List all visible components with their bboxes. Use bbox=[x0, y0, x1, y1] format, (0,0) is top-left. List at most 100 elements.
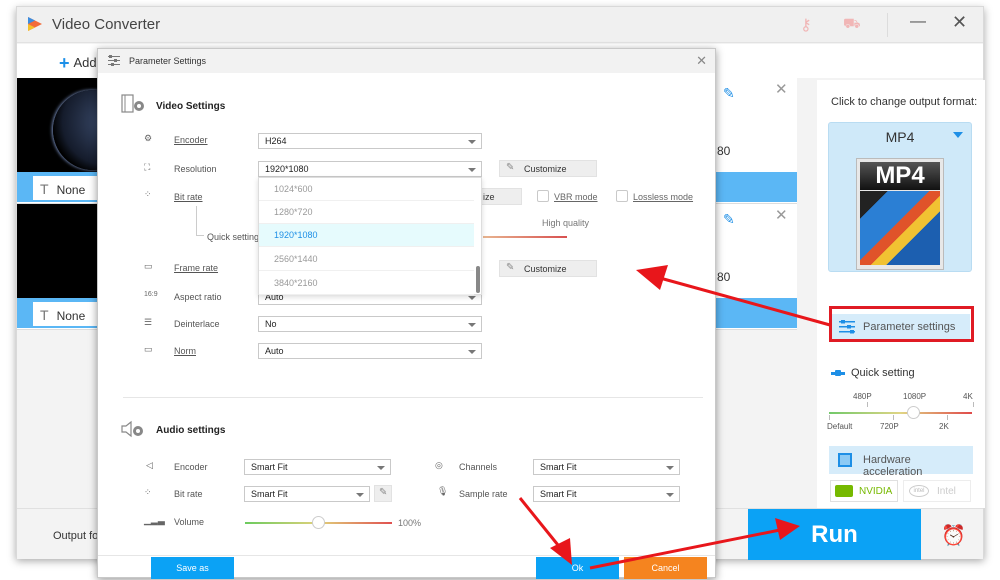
bitrate-quality-slider[interactable] bbox=[483, 236, 567, 238]
audio-bitrate-label: Bit rate bbox=[174, 489, 203, 499]
norm-select[interactable]: Auto bbox=[258, 343, 482, 359]
tick-label-1080p: 1080P bbox=[903, 392, 927, 401]
video-settings-title: Video Settings bbox=[156, 101, 226, 112]
video-encoder-select[interactable]: H264 bbox=[258, 133, 482, 149]
resolution-select[interactable]: 1920*1080 bbox=[258, 161, 482, 177]
resolution-icon: ⛶ bbox=[144, 162, 151, 172]
frame-rate-customize-button[interactable]: ✎ Customize bbox=[499, 260, 597, 277]
resolution-option[interactable]: 1280*720 bbox=[259, 201, 474, 224]
intel-toggle[interactable]: intel Intel bbox=[903, 480, 971, 502]
slider-tick bbox=[829, 415, 830, 420]
format-name: MP4 bbox=[885, 129, 915, 145]
mp4-format-icon: MP4 bbox=[856, 158, 944, 270]
app-title: Video Converter bbox=[52, 16, 161, 33]
format-image-label: MP4 bbox=[860, 162, 940, 190]
nvidia-logo-icon bbox=[835, 485, 853, 497]
pencil-icon: ✎ bbox=[379, 487, 388, 498]
quick-setting-slider[interactable] bbox=[829, 412, 972, 414]
deinterlace-icon: ☰ bbox=[144, 317, 153, 327]
customize-label: Customize bbox=[524, 164, 567, 174]
quick-setting-label: Quick setting bbox=[851, 367, 915, 379]
audio-encoder-select[interactable]: Smart Fit bbox=[244, 459, 391, 475]
add-files-button[interactable]: + Add bbox=[59, 53, 97, 74]
bitrate-label[interactable]: Bit rate bbox=[174, 192, 203, 202]
video-settings-icon bbox=[121, 94, 144, 113]
audio-settings-icon bbox=[121, 420, 143, 438]
resolution-option[interactable]: 2560*1440 bbox=[259, 248, 474, 271]
channels-select[interactable]: Smart Fit bbox=[533, 459, 680, 475]
tick-label-480p: 480P bbox=[853, 392, 872, 401]
volume-value: 100% bbox=[398, 518, 422, 528]
edit-icon[interactable]: ✎ bbox=[723, 211, 735, 228]
video-thumbnail[interactable] bbox=[17, 78, 97, 172]
audio-bitrate-edit-button[interactable]: ✎ bbox=[374, 485, 392, 502]
intel-logo-icon: intel bbox=[909, 485, 929, 497]
dialog-close-button[interactable]: ✕ bbox=[696, 53, 707, 69]
video-thumbnail[interactable] bbox=[17, 204, 97, 298]
quick-setting-slider-thumb[interactable] bbox=[907, 406, 920, 419]
resolution-text: 80 bbox=[717, 144, 731, 158]
subtitle-value: None bbox=[56, 309, 86, 323]
pencil-icon: ✎ bbox=[506, 262, 515, 273]
deinterlace-select[interactable]: No bbox=[258, 316, 482, 332]
ok-button[interactable]: Ok bbox=[536, 557, 619, 579]
key-icon[interactable]: ⚷ bbox=[800, 15, 812, 35]
volume-label: Volume bbox=[174, 517, 205, 527]
subtitle-select[interactable]: T None bbox=[33, 302, 99, 326]
tick-label-720p: 720P bbox=[880, 422, 899, 431]
cancel-button[interactable]: Cancel bbox=[624, 557, 707, 579]
sample-rate-label: Sample rate bbox=[459, 489, 508, 499]
edit-icon[interactable]: ✎ bbox=[723, 85, 735, 102]
deinterlace-value: No bbox=[265, 319, 277, 329]
volume-bars-icon: ▁▂▃ bbox=[144, 515, 165, 525]
norm-value: Auto bbox=[265, 346, 284, 356]
nvidia-toggle[interactable]: NVIDIA bbox=[830, 480, 898, 502]
alarm-clock-icon[interactable]: ⏰ bbox=[941, 523, 966, 548]
dropdown-scrollbar[interactable] bbox=[476, 266, 480, 293]
lossless-mode-label[interactable]: Lossless mode bbox=[633, 192, 693, 202]
frame-rate-label[interactable]: Frame rate bbox=[174, 263, 218, 273]
norm-label[interactable]: Norm bbox=[174, 346, 196, 356]
resolution-option-selected[interactable]: 1920*1080 bbox=[259, 224, 474, 247]
resolution-option[interactable]: 3840*2160 bbox=[259, 272, 474, 295]
dialog-title-bar: Parameter Settings ✕ bbox=[98, 49, 715, 73]
output-folder-label: Output fol bbox=[53, 530, 101, 542]
volume-slider-thumb[interactable] bbox=[312, 516, 325, 529]
vbr-mode-label[interactable]: VBR mode bbox=[554, 192, 598, 202]
chevron-down-icon bbox=[468, 140, 476, 144]
minimize-button[interactable]: — bbox=[910, 13, 926, 31]
output-panel: Click to change output format: MP4 MP4 P… bbox=[817, 80, 985, 508]
slider-tick bbox=[893, 415, 894, 420]
remove-file-icon[interactable]: ✕ bbox=[775, 206, 788, 224]
output-format-selector[interactable]: MP4 MP4 bbox=[828, 122, 972, 272]
resolution-option[interactable]: 1024*600 bbox=[259, 178, 474, 201]
chevron-down-icon bbox=[468, 323, 476, 327]
hardware-acceleration-button[interactable]: Hardware acceleration bbox=[829, 446, 973, 478]
resolution-customize-button[interactable]: ✎ Customize bbox=[499, 160, 597, 177]
nvidia-label: NVIDIA bbox=[859, 486, 893, 497]
audio-bitrate-select[interactable]: Smart Fit bbox=[244, 486, 370, 502]
resolution-label: Resolution bbox=[174, 164, 217, 174]
encoder-icon: ⚙ bbox=[144, 133, 153, 143]
remove-file-icon[interactable]: ✕ bbox=[775, 80, 788, 98]
cart-icon[interactable]: ⛟ bbox=[843, 15, 861, 34]
text-icon: T bbox=[40, 181, 49, 197]
vbr-mode-checkbox[interactable] bbox=[537, 190, 549, 202]
slider-tick bbox=[867, 402, 868, 407]
encoder-label[interactable]: Encoder bbox=[174, 135, 208, 145]
run-button[interactable]: Run bbox=[748, 509, 921, 560]
tree-line bbox=[196, 206, 197, 235]
chevron-down-icon[interactable] bbox=[953, 132, 963, 138]
chevron-down-icon bbox=[468, 296, 476, 300]
lossless-mode-checkbox[interactable] bbox=[616, 190, 628, 202]
tree-line bbox=[196, 235, 204, 236]
subtitle-select[interactable]: T None bbox=[33, 176, 99, 200]
close-window-button[interactable]: ✕ bbox=[952, 12, 967, 33]
bitrate-icon: ⁘ bbox=[144, 189, 152, 199]
speaker-icon: ◁ bbox=[146, 460, 153, 470]
slider-tick bbox=[973, 402, 974, 407]
save-as-button[interactable]: Save as bbox=[151, 557, 234, 579]
text-icon: T bbox=[40, 307, 49, 323]
sample-rate-select[interactable]: Smart Fit bbox=[533, 486, 680, 502]
aspect-ratio-icon: 16:9 bbox=[144, 291, 158, 298]
